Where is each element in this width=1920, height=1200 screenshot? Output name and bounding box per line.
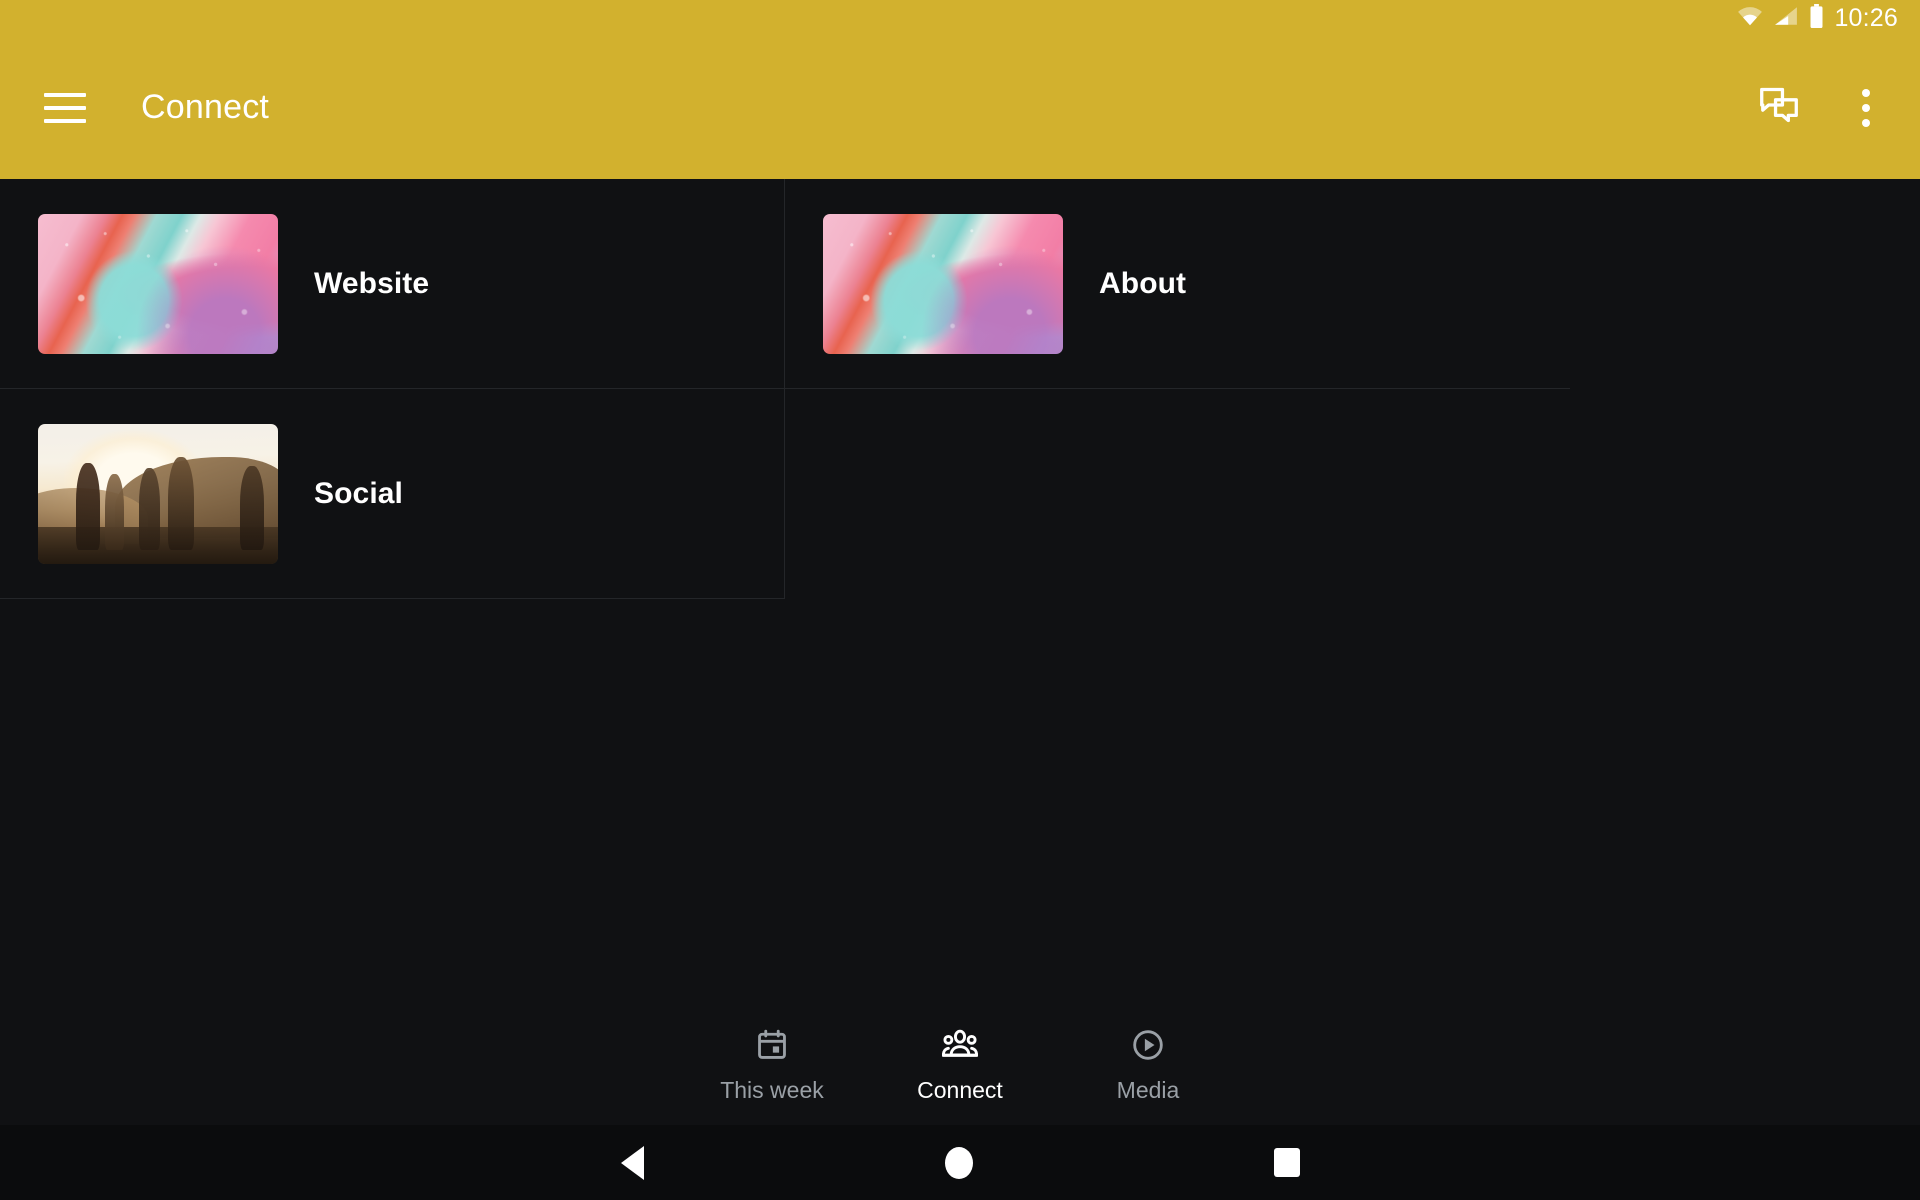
forum-chat-icon bbox=[1758, 86, 1800, 129]
back-button[interactable] bbox=[620, 1145, 644, 1180]
grid-item-website[interactable]: Website bbox=[0, 179, 785, 389]
status-icon-group bbox=[1737, 3, 1824, 33]
about-thumbnail bbox=[823, 213, 1063, 354]
wifi-icon bbox=[1737, 6, 1763, 31]
grid-item-empty bbox=[785, 389, 1570, 599]
tab-connect[interactable]: Connect bbox=[866, 1028, 1054, 1104]
tab-label: This week bbox=[720, 1077, 824, 1103]
hamburger-menu-icon[interactable] bbox=[44, 92, 86, 123]
connect-grid: Website About Social bbox=[0, 179, 1920, 599]
overflow-menu-button[interactable] bbox=[1848, 85, 1884, 131]
main-content: Website About Social bbox=[0, 179, 1920, 1007]
page-title: Connect bbox=[141, 88, 270, 126]
bottom-tab-bar: This week Connect Media bbox=[0, 1007, 1920, 1125]
social-thumbnail bbox=[38, 423, 278, 564]
tab-label: Media bbox=[1116, 1077, 1180, 1103]
grid-item-social[interactable]: Social bbox=[0, 389, 785, 599]
grid-item-label: Social bbox=[314, 476, 403, 510]
website-thumbnail bbox=[38, 213, 278, 354]
more-vert-icon bbox=[1862, 103, 1870, 112]
app-bar: Connect bbox=[0, 36, 1920, 179]
status-clock: 10:26 bbox=[1834, 3, 1898, 32]
home-button[interactable] bbox=[944, 1146, 973, 1179]
status-bar: 10:26 bbox=[0, 0, 1920, 36]
recents-button[interactable] bbox=[1273, 1148, 1300, 1177]
calendar-icon bbox=[755, 1028, 789, 1067]
person-silhouette bbox=[138, 468, 161, 550]
app-bar-actions bbox=[1758, 85, 1884, 131]
messages-button[interactable] bbox=[1758, 86, 1800, 129]
person-silhouette bbox=[105, 473, 125, 550]
play-circle-icon bbox=[1131, 1028, 1165, 1067]
tab-media[interactable]: Media bbox=[1054, 1028, 1242, 1104]
grid-item-label: About bbox=[1099, 266, 1187, 300]
more-vert-icon bbox=[1862, 118, 1870, 127]
tab-this-week[interactable]: This week bbox=[678, 1028, 866, 1104]
person-silhouette bbox=[76, 462, 101, 550]
more-vert-icon bbox=[1862, 88, 1870, 97]
battery-icon bbox=[1809, 3, 1824, 33]
person-silhouette bbox=[167, 457, 194, 550]
tab-label: Connect bbox=[917, 1077, 1003, 1103]
system-navigation-bar bbox=[0, 1125, 1920, 1200]
grid-item-label: Website bbox=[314, 266, 430, 300]
people-group-icon bbox=[941, 1028, 979, 1067]
person-silhouette bbox=[239, 465, 264, 550]
cell-signal-icon bbox=[1774, 6, 1798, 31]
grid-item-about[interactable]: About bbox=[785, 179, 1570, 389]
